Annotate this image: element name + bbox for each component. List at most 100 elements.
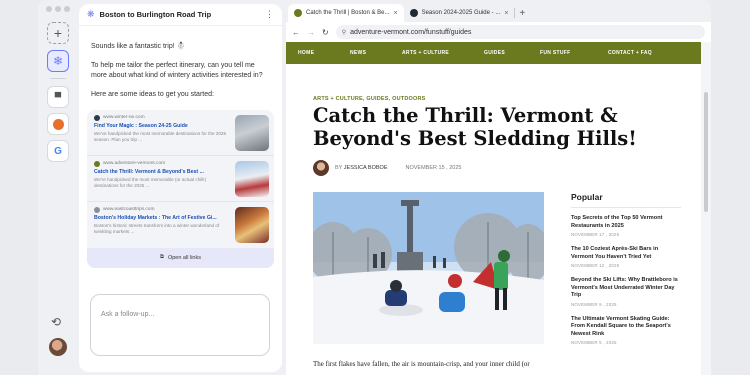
active-chat-button[interactable]: ❄: [47, 50, 69, 72]
open-all-links-label: Open all links: [167, 254, 201, 261]
basketball-app-icon: [52, 118, 64, 130]
result-title[interactable]: Catch the Thrill: Vermont & Beyond's Bes…: [94, 169, 231, 175]
popular-item[interactable]: Beyond the Ski Lifts: Why Brattleboro is…: [571, 277, 681, 307]
reload-icon[interactable]: ↻: [322, 28, 329, 37]
popular-item-date: NOVEMBER 12 , 2025: [571, 263, 620, 269]
popular-item-date: NOVEMBER 17 , 2025: [571, 232, 620, 238]
author-prefix: BY: [335, 165, 343, 171]
result-thumbnail: [235, 206, 269, 243]
left-rail: + ❄ ▀ G ⟲: [38, 0, 78, 375]
chat-messages: Sounds like a fantastic trip! ☃️ To help…: [79, 26, 282, 101]
chat-title: Boston to Burlington Road Trip: [99, 10, 212, 19]
tab-title: Catch the Thrill | Boston & Be...: [306, 10, 390, 16]
author-name[interactable]: JESSICA BOBOE: [344, 165, 388, 171]
popular-item-title[interactable]: Beyond the Ski Lifts: Why Brattleboro is…: [571, 277, 681, 300]
open-all-links-button[interactable]: ⧉ Open all links: [87, 247, 274, 268]
google-app-icon: G: [54, 145, 62, 157]
nav-home[interactable]: HOME: [298, 50, 350, 56]
new-tab-button[interactable]: +: [515, 8, 531, 22]
menu-app-icon: ▀: [54, 92, 62, 102]
site-favicon-icon: [94, 160, 100, 167]
history-icon[interactable]: ⟲: [51, 315, 65, 329]
result-description: Boston's historic streets transform into…: [94, 222, 220, 234]
result-thumbnail: [235, 160, 269, 197]
forward-icon[interactable]: →: [307, 28, 315, 37]
nav-news[interactable]: NEWS: [350, 50, 402, 56]
result-description: We're handpicked the most memorable (or …: [94, 176, 207, 188]
close-icon[interactable]: ×: [504, 10, 508, 17]
article-categories[interactable]: ARTS + CULTURE, GUIDES, OUTDOORS: [313, 96, 425, 102]
article-date: NOVEMBER 15 , 2025: [405, 165, 462, 171]
popular-heading: Popular: [571, 192, 681, 208]
avatar[interactable]: [49, 338, 67, 356]
nav-guides[interactable]: GUIDES: [484, 50, 540, 56]
followup-input[interactable]: Ask a follow-up...: [90, 294, 270, 356]
result-item[interactable]: www.eastcoasttrips.com Boston's Holiday …: [87, 202, 274, 248]
new-chat-button[interactable]: +: [47, 22, 69, 44]
result-item[interactable]: www.adventure-vermont.com Catch the Thri…: [87, 156, 274, 202]
basketball-app-button[interactable]: [47, 113, 69, 135]
site-favicon-icon: [409, 9, 418, 17]
chat-message: To help me tailor the perfect itinerary,…: [91, 62, 263, 80]
nav-contact-faq[interactable]: CONTACT + FAQ: [608, 50, 652, 56]
tab-catch-the-thrill[interactable]: Catch the Thrill | Boston & Be... ×: [288, 4, 404, 22]
address-bar[interactable]: ⚲ adventure-vermont.com/funstuff/guides: [335, 25, 705, 39]
more-options-icon[interactable]: ⋮: [265, 9, 274, 20]
nav-arts-culture[interactable]: ARTS + CULTURE: [402, 50, 484, 56]
site-favicon-icon: [94, 114, 100, 121]
nav-fun-stuff[interactable]: FUN STUFF: [540, 50, 608, 56]
tab-season-guide[interactable]: Season 2024-2025 Guide - ... ×: [404, 4, 515, 22]
window-controls[interactable]: [46, 6, 70, 12]
page-scrollbar[interactable]: [701, 42, 711, 375]
hero-image: [313, 192, 544, 344]
google-app-button[interactable]: G: [47, 140, 69, 162]
popular-item-title[interactable]: The Ultimate Vermont Skating Guide: From…: [571, 316, 681, 339]
url-text: adventure-vermont.com/funstuff/guides: [350, 28, 472, 36]
site-info-icon[interactable]: ⚲: [342, 29, 346, 36]
scrollbar-thumb[interactable]: [704, 92, 708, 212]
chat-header: ❋ Boston to Burlington Road Trip ⋮: [79, 4, 282, 26]
chat-message: Here are some ideas to get you started:: [91, 91, 214, 99]
result-title[interactable]: Find Your Magic : Season 24-25 Guide: [94, 123, 231, 129]
open-external-icon: ⧉: [160, 254, 164, 261]
popular-item[interactable]: Top Secrets of the Top 50 Vermont Restau…: [571, 215, 681, 237]
web-page: HOME NEWS ARTS + CULTURE GUIDES FUN STUF…: [286, 42, 701, 375]
popular-sidebar: Popular Top Secrets of the Top 50 Vermon…: [571, 192, 681, 354]
search-results-card: www.winter-ne.com Find Your Magic : Seas…: [87, 109, 274, 268]
tab-strip: Catch the Thrill | Boston & Be... × Seas…: [286, 0, 711, 22]
popular-item-date: NOVEMBER 9 , 2025: [571, 301, 617, 307]
result-title[interactable]: Boston's Holiday Markets : The Art of Fe…: [94, 215, 231, 221]
article-body: The first flakes have fallen, the air is…: [313, 360, 530, 368]
result-site: www.winter-ne.com: [103, 115, 145, 121]
sparkle-icon: ❋: [87, 9, 95, 19]
rail-divider: [50, 78, 66, 79]
result-thumbnail: [235, 114, 269, 151]
chat-panel: ❋ Boston to Burlington Road Trip ⋮ Sound…: [79, 4, 282, 372]
site-nav: HOME NEWS ARTS + CULTURE GUIDES FUN STUF…: [286, 42, 701, 64]
close-icon[interactable]: ×: [394, 10, 398, 17]
result-description: We've handpicked the most memorable dest…: [94, 130, 227, 142]
sparkle-icon: ❄: [52, 54, 64, 68]
result-site: www.eastcoasttrips.com: [103, 207, 155, 213]
menu-app-button[interactable]: ▀: [47, 86, 69, 108]
popular-item[interactable]: The Ultimate Vermont Skating Guide: From…: [571, 316, 681, 346]
site-favicon-icon: [94, 206, 100, 213]
tab-title: Season 2024-2025 Guide - ...: [421, 10, 501, 16]
popular-item-title[interactable]: The 10 Coziest Après-Ski Bars in Vermont…: [571, 246, 681, 261]
address-bar-row: ← → ↻ ⚲ adventure-vermont.com/funstuff/g…: [286, 22, 711, 42]
article-byline: BY JESSICA BOBOE NOVEMBER 15 , 2025: [313, 160, 461, 176]
result-site: www.adventure-vermont.com: [103, 161, 166, 167]
popular-item-title[interactable]: Top Secrets of the Top 50 Vermont Restau…: [571, 215, 681, 230]
back-icon[interactable]: ←: [292, 28, 300, 37]
chat-message: Sounds like a fantastic trip! ☃️: [91, 43, 186, 50]
site-favicon-icon: [294, 9, 302, 17]
browser-panel: Catch the Thrill | Boston & Be... × Seas…: [286, 0, 711, 375]
popular-item-date: NOVEMBER 5 , 2025: [571, 340, 617, 346]
browser-window: + ❄ ▀ G ⟲ ❋ Boston to Burlington Road Tr…: [38, 0, 711, 375]
followup-placeholder: Ask a follow-up...: [101, 311, 155, 318]
article-headline: Catch the Thrill: Vermont & Beyond's Bes…: [313, 104, 637, 150]
result-item[interactable]: www.winter-ne.com Find Your Magic : Seas…: [87, 110, 274, 156]
plus-icon: +: [53, 25, 63, 41]
author-avatar: [313, 160, 329, 176]
popular-item[interactable]: The 10 Coziest Après-Ski Bars in Vermont…: [571, 246, 681, 268]
